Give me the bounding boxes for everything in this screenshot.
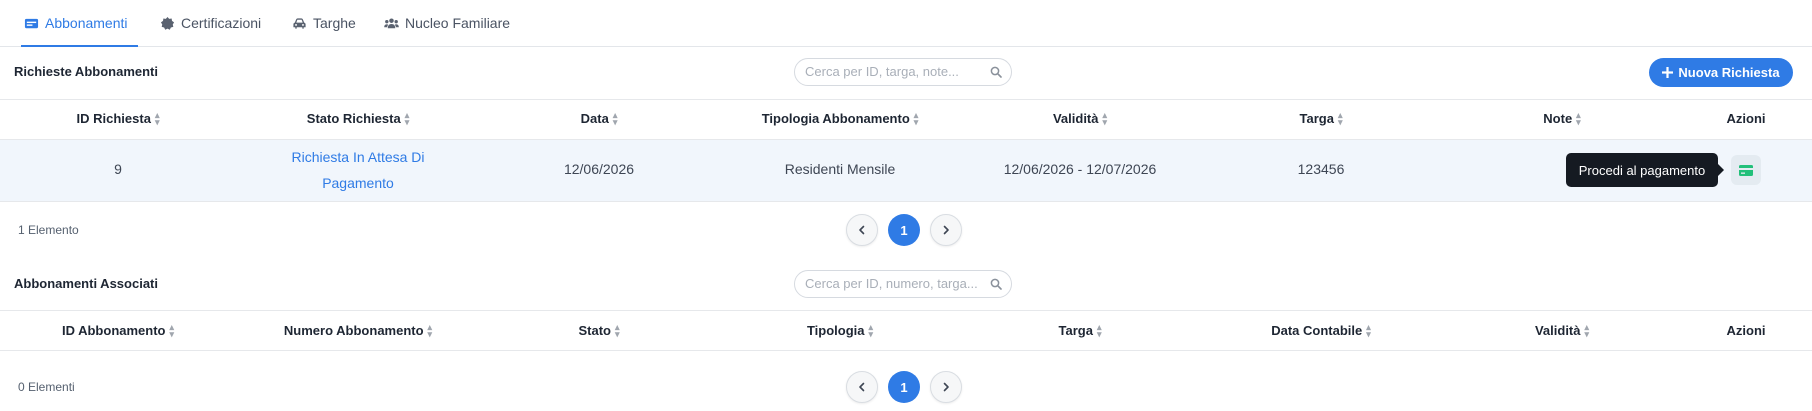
col-header-targa[interactable]: Targa ▴ ▾ — [1058, 321, 1102, 339]
sort-icon: ▴ ▾ — [913, 109, 919, 127]
divider — [0, 99, 1812, 100]
col-header-stato-richiesta[interactable]: Stato Richiesta ▴ ▾ — [306, 109, 410, 127]
col-label: ID Abbonamento — [61, 323, 166, 338]
chevron-right-icon — [943, 382, 949, 392]
requests-search-input[interactable] — [805, 64, 981, 79]
cell-plate: 123456 — [1297, 161, 1345, 177]
chevron-left-icon — [859, 382, 865, 392]
cell-id: 9 — [114, 161, 122, 177]
sort-icon: ▴ ▾ — [614, 321, 620, 339]
prev-page-button[interactable] — [846, 214, 878, 246]
tab-label: Abbonamenti — [45, 15, 128, 31]
tab-nucleo-familiare[interactable]: Nucleo Familiare — [384, 0, 510, 46]
col-header-azioni: Azioni — [1727, 111, 1766, 126]
sort-icon: ▴ ▾ — [1366, 321, 1371, 339]
chevron-right-icon — [943, 225, 949, 235]
col-header-validita[interactable]: Validità ▴ ▾ — [1052, 109, 1108, 127]
sort-icon: ▴ ▾ — [154, 109, 160, 127]
col-header-tipologia[interactable]: Tipologia ▴ ▾ — [806, 321, 874, 339]
associated-search[interactable] — [794, 270, 1012, 298]
sort-icon: ▴ ▾ — [612, 109, 618, 127]
tab-label: Nucleo Familiare — [405, 15, 511, 31]
cell-status[interactable]: Richiesta In Attesa Di Pagamento — [291, 144, 424, 196]
col-header-stato[interactable]: Stato ▴ ▾ — [578, 321, 620, 339]
col-label: Validità — [1052, 111, 1099, 126]
certificate-icon — [160, 16, 175, 30]
new-request-label: Nuova Richiesta — [1678, 65, 1780, 80]
requests-count: 1 Elemento — [18, 223, 79, 237]
col-header-tipologia-abbonamento[interactable]: Tipologia Abbonamento ▴ ▾ — [761, 109, 919, 127]
chevron-left-icon — [859, 225, 865, 235]
cell-date: 12/06/2026 — [563, 161, 635, 177]
col-label: Validità — [1534, 323, 1581, 338]
page-button-current[interactable]: 1 — [888, 214, 920, 246]
tab-label: Certificazioni — [181, 15, 262, 31]
sort-icon: ▴ ▾ — [404, 109, 410, 127]
tab-certificazioni[interactable]: Certificazioni — [160, 0, 261, 46]
cell-type: Residenti Mensile — [784, 161, 896, 177]
search-icon — [990, 278, 1002, 290]
next-page-button[interactable] — [930, 214, 962, 246]
divider — [0, 350, 1812, 351]
col-label: ID Richiesta — [76, 111, 151, 126]
divider — [0, 310, 1812, 311]
col-label: Azioni — [1726, 111, 1766, 126]
associated-search-input[interactable] — [805, 276, 981, 291]
divider — [0, 201, 1812, 202]
col-header-azioni: Azioni — [1727, 323, 1766, 338]
associated-section-title: Abbonamenti Associati — [14, 276, 158, 291]
associated-count: 0 Elementi — [18, 380, 75, 394]
col-label: Stato Richiesta — [306, 111, 401, 126]
tab-targhe[interactable]: Targhe — [292, 0, 356, 46]
cell-validity: 12/06/2026 - 12/07/2026 — [1003, 161, 1157, 177]
col-header-id-abbonamento[interactable]: ID Abbonamento ▴ ▾ — [61, 321, 175, 339]
tab-bar: Abbonamenti Certificazioni Targhe Nucleo… — [0, 0, 1812, 47]
next-page-button[interactable] — [930, 371, 962, 403]
col-header-id-richiesta[interactable]: ID Richiesta ▴ ▾ — [76, 109, 160, 127]
col-label: Targa — [1299, 111, 1334, 126]
requests-search[interactable] — [794, 58, 1012, 86]
col-header-data-contabile[interactable]: Data Contabile ▴ ▾ — [1271, 321, 1371, 339]
col-label: Stato — [578, 323, 611, 338]
status-line: Richiesta In Attesa Di — [291, 149, 425, 165]
sort-icon: ▴ ▾ — [1584, 321, 1590, 339]
id-card-icon — [24, 18, 39, 28]
col-label: Tipologia Abbonamento — [761, 111, 910, 126]
pay-tooltip: Procedi al pagamento — [1566, 153, 1724, 187]
table-row — [0, 140, 1812, 201]
col-label: Numero Abbonamento — [283, 323, 424, 338]
sort-icon: ▴ ▾ — [1096, 321, 1102, 339]
col-header-validita[interactable]: Validità ▴ ▾ — [1534, 321, 1590, 339]
col-header-targa[interactable]: Targa ▴ ▾ — [1299, 109, 1343, 127]
col-label: Data — [580, 111, 609, 126]
col-label: Note — [1543, 111, 1573, 126]
search-icon — [990, 66, 1002, 78]
col-label: Data Contabile — [1271, 323, 1363, 338]
tab-abbonamenti[interactable]: Abbonamenti — [21, 0, 137, 47]
pay-button[interactable] — [1731, 155, 1761, 185]
col-header-numero-abbonamento[interactable]: Numero Abbonamento ▴ ▾ — [283, 321, 433, 339]
sort-icon: ▴ ▾ — [1576, 109, 1581, 127]
col-label: Targa — [1058, 323, 1093, 338]
sort-icon: ▴ ▾ — [169, 321, 175, 339]
plus-icon — [1662, 67, 1674, 78]
tab-label: Targhe — [313, 15, 356, 31]
sort-icon: ▴ ▾ — [1102, 109, 1108, 127]
status-line: Pagamento — [322, 175, 394, 191]
sort-icon: ▴ ▾ — [868, 321, 874, 339]
requests-section-title: Richieste Abbonamenti — [14, 64, 158, 79]
sort-icon: ▴ ▾ — [427, 321, 433, 339]
col-header-data[interactable]: Data ▴ ▾ — [580, 109, 618, 127]
sort-icon: ▴ ▾ — [1337, 109, 1343, 127]
car-icon — [293, 17, 306, 29]
col-label: Azioni — [1726, 323, 1766, 338]
prev-page-button[interactable] — [846, 371, 878, 403]
page-button-current[interactable]: 1 — [888, 371, 920, 403]
users-icon — [384, 17, 399, 28]
new-request-button[interactable]: Nuova Richiesta — [1649, 58, 1793, 87]
col-header-note[interactable]: Note ▴ ▾ — [1543, 109, 1581, 127]
credit-card-icon — [1739, 164, 1753, 176]
col-label: Tipologia — [806, 323, 865, 338]
